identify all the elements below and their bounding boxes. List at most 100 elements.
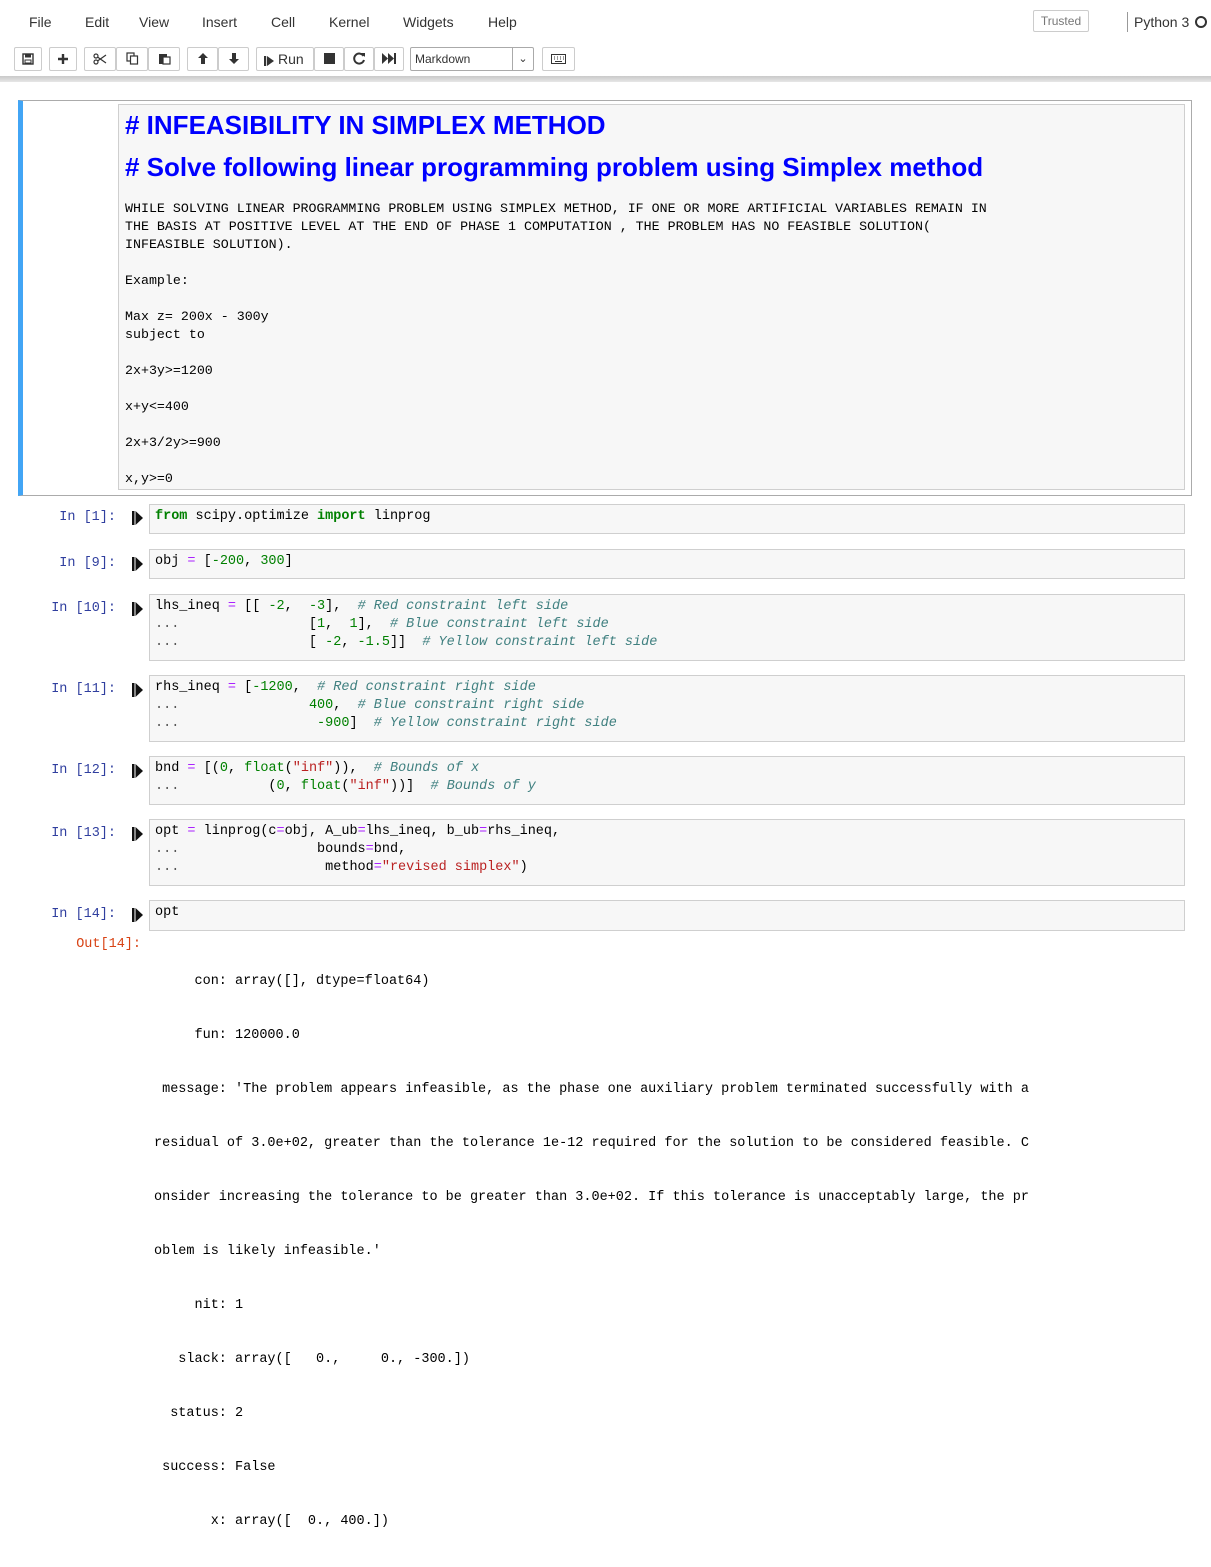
kernel-name: Python 3 — [1134, 14, 1190, 30]
code-cell-editor[interactable]: opt — [149, 900, 1185, 931]
markdown-constraint-4: x,y>=0 — [125, 471, 173, 486]
restart-icon — [352, 52, 365, 65]
code-line: ... method="revised simplex") — [155, 860, 528, 875]
save-icon — [22, 52, 34, 65]
plus-icon — [58, 53, 68, 64]
copy-button[interactable] — [116, 47, 148, 71]
arrow-down-icon — [228, 53, 239, 64]
code-line: lhs_ineq = [[ -2, -3], # Red constraint … — [155, 599, 569, 614]
kernel-status-icon — [1195, 16, 1208, 28]
code-cell-editor[interactable]: obj = [-200, 300] — [149, 549, 1185, 579]
output-line: message: 'The problem appears infeasible… — [154, 1082, 1029, 1097]
markdown-objective: Max z= 200x - 300y — [125, 309, 269, 324]
output-line: x: array([ 0., 400.]) — [154, 1514, 389, 1529]
markdown-paragraph-line-1: WHILE SOLVING LINEAR PROGRAMMING PROBLEM… — [125, 201, 987, 216]
save-button[interactable] — [14, 47, 42, 71]
code-cell-editor[interactable]: lhs_ineq = [[ -2, -3], # Red constraint … — [149, 594, 1185, 661]
cell-output: con: array([], dtype=float64) fun: 12000… — [154, 937, 1194, 1567]
output-line: residual of 3.0e+02, greater than the to… — [154, 1136, 1029, 1151]
markdown-constraint-2: x+y<=400 — [125, 399, 189, 414]
restart-button[interactable] — [344, 47, 374, 71]
interrupt-button[interactable] — [314, 47, 344, 71]
code-line: obj = [-200, 300] — [155, 554, 293, 569]
code-line: ... [1, 1], # Blue constraint left side — [155, 617, 609, 632]
markdown-constraint-1: 2x+3y>=1200 — [125, 363, 213, 378]
arrow-up-icon — [197, 53, 208, 64]
paste-icon — [158, 54, 171, 65]
code-cell-editor[interactable]: from scipy.optimize import linprog — [149, 504, 1185, 534]
run-cell-icon[interactable] — [132, 557, 144, 571]
kernel-indicator: Python 3 — [1127, 12, 1208, 32]
copy-icon — [125, 52, 138, 65]
stop-icon — [323, 53, 335, 64]
input-prompt: In [9]: — [59, 556, 116, 571]
output-line: con: array([], dtype=float64) — [154, 974, 430, 989]
code-cell-editor[interactable]: opt = linprog(c=obj, A_ub=lhs_ineq, b_ub… — [149, 819, 1185, 886]
cell-type-select[interactable]: Markdown ⌄ — [410, 47, 534, 71]
run-cell-icon[interactable] — [132, 827, 144, 841]
restart-run-all-button[interactable] — [374, 47, 404, 71]
code-cell-editor[interactable]: bnd = [(0, float("inf")), # Bounds of x.… — [149, 756, 1185, 805]
menu-view[interactable]: View — [139, 14, 169, 30]
cut-button[interactable] — [84, 47, 116, 71]
code-line: ... (0, float("inf"))] # Bounds of y — [155, 779, 536, 794]
run-label: Run — [278, 51, 304, 67]
menu-edit[interactable]: Edit — [85, 14, 109, 30]
code-line: ... bounds=bnd, — [155, 842, 407, 857]
output-prompt: Out[14]: — [76, 937, 141, 952]
input-prompt: In [13]: — [51, 826, 116, 841]
scissors-icon — [93, 52, 107, 65]
menu-widgets[interactable]: Widgets — [403, 14, 454, 30]
step-forward-icon — [264, 55, 274, 66]
cell-type-value: Markdown — [415, 52, 471, 66]
run-cell-icon[interactable] — [132, 511, 144, 525]
keyboard-icon — [551, 53, 566, 64]
menu-insert[interactable]: Insert — [202, 14, 237, 30]
run-cell-icon[interactable] — [132, 683, 144, 697]
output-line: success: False — [154, 1460, 276, 1475]
toolbar: Run — [0, 44, 1211, 76]
markdown-heading-2: # Solve following linear programming pro… — [125, 152, 984, 182]
fast-forward-icon — [382, 53, 396, 64]
input-prompt: In [12]: — [51, 763, 116, 778]
run-cell-icon[interactable] — [132, 908, 144, 922]
menu-kernel[interactable]: Kernel — [329, 14, 369, 30]
code-line: opt = linprog(c=obj, A_ub=lhs_ineq, b_ub… — [155, 824, 561, 839]
input-prompt: In [14]: — [51, 907, 116, 922]
markdown-editor[interactable]: # INFEASIBILITY IN SIMPLEX METHOD # Solv… — [118, 104, 1185, 490]
code-cell-editor[interactable]: rhs_ineq = [-1200, # Red constraint righ… — [149, 675, 1185, 742]
input-prompt: In [10]: — [51, 601, 116, 616]
paste-button[interactable] — [148, 47, 180, 71]
markdown-example-label: Example: — [125, 273, 189, 288]
command-palette-button[interactable] — [542, 47, 575, 71]
run-cell-icon[interactable] — [132, 764, 144, 778]
output-line: onsider increasing the tolerance to be g… — [154, 1190, 1029, 1205]
code-line: ... 400, # Blue constraint right side — [155, 698, 585, 713]
markdown-subject-to: subject to — [125, 327, 205, 342]
code-line: from scipy.optimize import linprog — [155, 509, 431, 524]
menu-cell[interactable]: Cell — [271, 14, 295, 30]
input-prompt: In [1]: — [59, 510, 116, 525]
trusted-indicator[interactable]: Trusted — [1033, 10, 1089, 32]
menu-help[interactable]: Help — [488, 14, 517, 30]
insert-cell-button[interactable] — [49, 47, 77, 71]
output-line: oblem is likely infeasible.' — [154, 1244, 381, 1259]
code-line: ... -900] # Yellow constraint right side — [155, 716, 617, 731]
markdown-paragraph-line-3: INFEASIBLE SOLUTION). — [125, 237, 293, 252]
markdown-constraint-3: 2x+3/2y>=900 — [125, 435, 221, 450]
run-cell-icon[interactable] — [132, 602, 144, 616]
menubar: File Edit View Insert Cell Kernel Widget… — [0, 0, 1211, 44]
notebook-area: # INFEASIBILITY IN SIMPLEX METHOD # Solv… — [0, 82, 1211, 1529]
output-line: fun: 120000.0 — [154, 1028, 300, 1043]
chevron-down-icon: ⌄ — [512, 48, 533, 70]
menu-file[interactable]: File — [29, 14, 52, 30]
code-line: opt — [155, 905, 180, 920]
input-prompt: In [11]: — [51, 682, 116, 697]
markdown-heading-1: # INFEASIBILITY IN SIMPLEX METHOD — [125, 110, 606, 140]
run-button[interactable]: Run — [256, 47, 314, 71]
code-line: ... [ -2, -1.5]] # Yellow constraint lef… — [155, 635, 658, 650]
code-line: rhs_ineq = [-1200, # Red constraint righ… — [155, 680, 536, 695]
move-up-button[interactable] — [187, 47, 218, 71]
move-down-button[interactable] — [218, 47, 249, 71]
markdown-paragraph-line-2: THE BASIS AT POSITIVE LEVEL AT THE END O… — [125, 219, 931, 234]
